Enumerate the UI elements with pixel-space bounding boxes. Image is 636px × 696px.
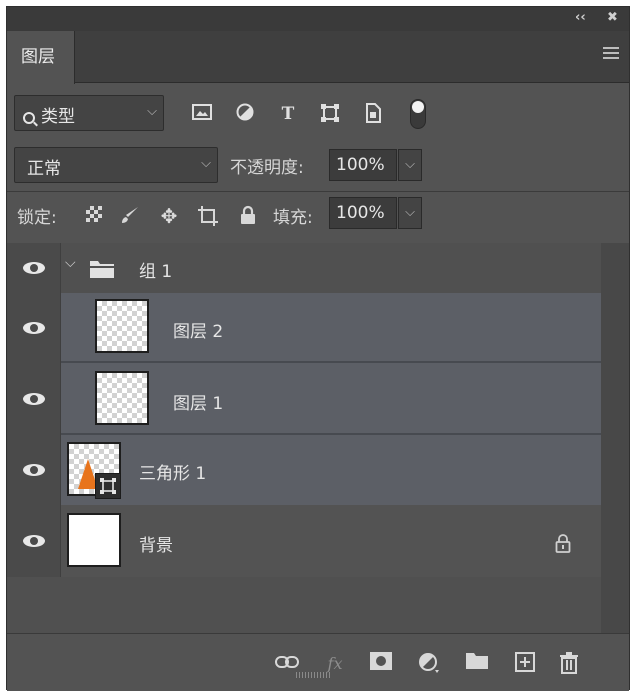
divider (7, 191, 629, 192)
visibility-cell[interactable] (7, 363, 61, 435)
eye-icon[interactable] (23, 322, 45, 334)
shape-filter-icon[interactable] (319, 103, 341, 125)
tab-layers[interactable]: 图层 (7, 31, 75, 84)
chevron-down-icon: ⌵ (201, 156, 211, 171)
delete-icon[interactable] (557, 652, 581, 676)
pixel-filter-icon[interactable] (191, 103, 213, 125)
panel-title-bar: ‹‹ ✖ (7, 7, 629, 31)
lock-artboard-icon[interactable] (197, 205, 219, 227)
layer-name[interactable]: 图层 2 (173, 317, 223, 342)
collapse-icon[interactable]: ‹‹ (575, 10, 586, 25)
opacity-chevron-icon[interactable]: ⌵ (398, 149, 422, 181)
layer-row-background[interactable]: 背景 (7, 505, 601, 577)
lock-label: 锁定: (17, 208, 57, 228)
visibility-cell[interactable] (7, 435, 61, 505)
chevron-down-icon[interactable]: ⌵ (65, 255, 76, 271)
opacity-field[interactable]: 100% (329, 149, 397, 181)
fill-chevron-icon[interactable]: ⌵ (398, 197, 422, 229)
layer-row-group[interactable]: ⌵ 组 1 (7, 243, 601, 293)
layer-row[interactable]: 图层 1 (7, 363, 601, 435)
layer-name[interactable]: 背景 (139, 531, 173, 556)
lock-all-icon[interactable] (237, 205, 259, 227)
add-mask-icon[interactable] (369, 652, 393, 676)
type-filter-icon[interactable]: T (277, 103, 299, 125)
new-layer-icon[interactable] (513, 652, 537, 676)
layer-row[interactable]: 图层 2 (7, 293, 601, 363)
lock-paint-icon[interactable] (119, 205, 141, 227)
blend-mode-label: 正常 (27, 159, 61, 179)
layer-thumbnail (95, 299, 149, 353)
visibility-cell[interactable] (7, 243, 61, 293)
lock-transparent-icon[interactable] (83, 205, 105, 227)
eye-icon[interactable] (23, 464, 45, 476)
adjustment-filter-icon[interactable] (234, 103, 256, 125)
lock-icon (555, 534, 571, 553)
toggle-knob (412, 101, 424, 113)
shape-icon (100, 478, 116, 494)
folder-icon (90, 261, 114, 278)
filter-toggle[interactable] (410, 99, 426, 129)
fill-field[interactable]: 100% (329, 197, 397, 229)
eye-icon[interactable] (23, 393, 45, 405)
layer-body: 图层 2 (61, 293, 601, 363)
fill-label: 填充: (273, 208, 313, 228)
layer-thumbnail (67, 513, 121, 567)
chevron-down-icon: ⌵ (147, 104, 157, 119)
blend-mode-select[interactable]: 正常 ⌵ (14, 147, 218, 183)
search-icon (23, 112, 35, 124)
filter-kind-select[interactable]: 类型 ⌵ (14, 95, 164, 131)
layer-body: ⌵ 组 1 (61, 243, 601, 293)
layer-name[interactable]: 图层 1 (173, 389, 223, 414)
visibility-cell[interactable] (7, 293, 61, 363)
layer-name[interactable]: 三角形 1 (139, 459, 206, 484)
eye-icon[interactable] (23, 535, 45, 547)
layers-list: ⌵ 组 1 图层 2 图层 1 三角形 1 背景 (7, 243, 601, 633)
close-icon[interactable]: ✖ (607, 10, 618, 25)
panel-footer: fx (7, 633, 629, 691)
opacity-label: 不透明度: (230, 158, 304, 178)
hamburger-menu-icon[interactable] (603, 47, 619, 59)
layer-row[interactable]: 三角形 1 (7, 435, 601, 505)
lock-position-icon[interactable]: ✥ (158, 205, 180, 227)
scrollbar[interactable] (601, 243, 629, 633)
new-adjustment-icon[interactable] (417, 652, 441, 676)
layers-panel: ‹‹ ✖ 图层 类型 ⌵ T 正常 ⌵ 不透明度: 100% ⌵ 锁定: ✥ 填… (6, 6, 630, 691)
layer-body: 图层 1 (61, 363, 601, 435)
resize-grip[interactable] (296, 672, 330, 678)
layer-name[interactable]: 组 1 (139, 257, 172, 282)
eye-icon[interactable] (23, 262, 45, 274)
visibility-cell[interactable] (7, 505, 61, 577)
layer-thumbnail (95, 371, 149, 425)
smart-object-filter-icon[interactable] (362, 103, 384, 125)
shape-badge (95, 473, 121, 499)
layer-body: 背景 (61, 505, 601, 577)
tab-bar: 图层 (7, 31, 629, 84)
new-group-icon[interactable] (465, 652, 489, 676)
layer-body: 三角形 1 (61, 435, 601, 505)
tab-layers-label: 图层 (21, 47, 55, 67)
filter-kind-label: 类型 (41, 107, 75, 127)
